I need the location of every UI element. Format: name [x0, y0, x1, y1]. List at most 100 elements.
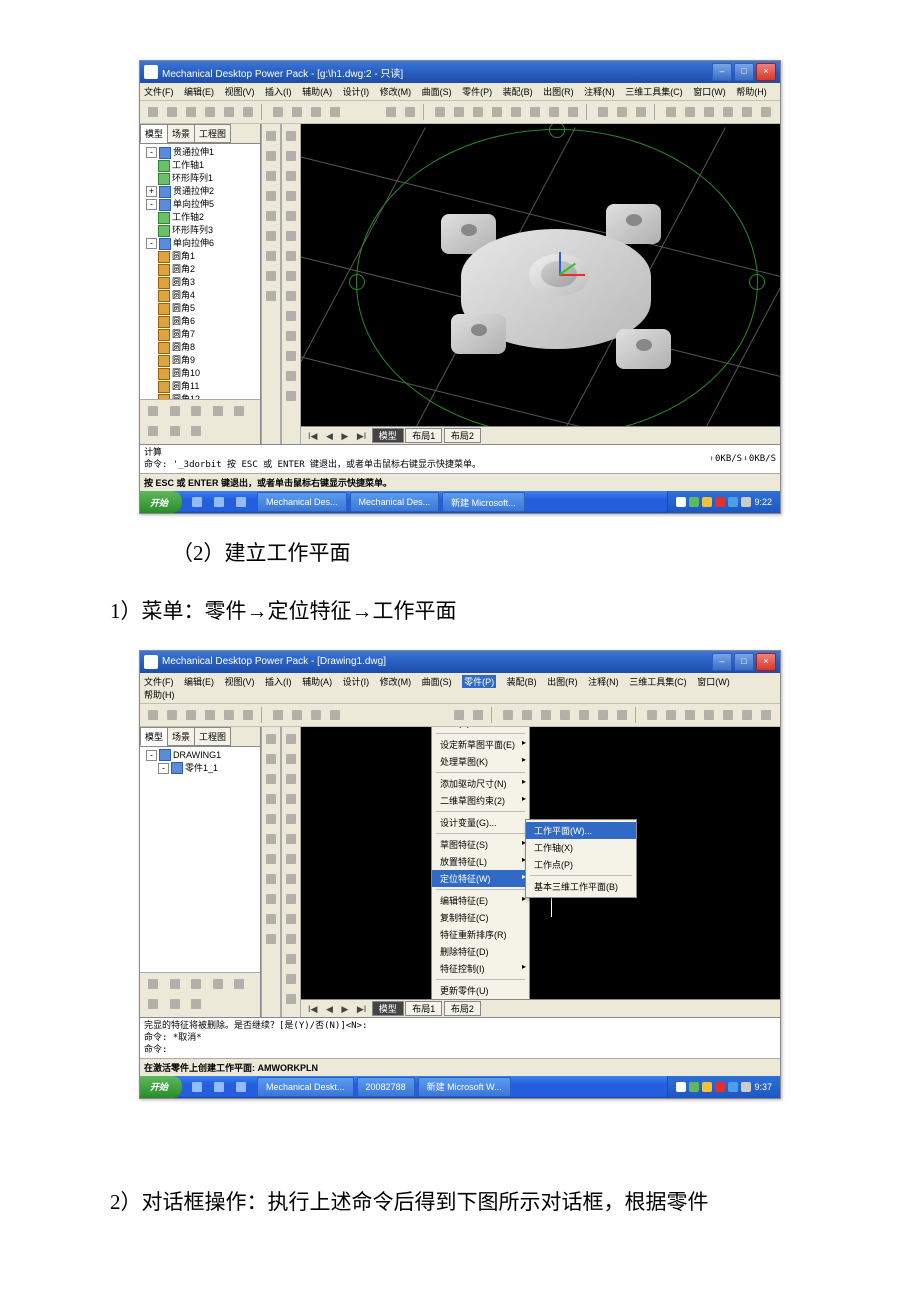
minimize-button[interactable]: –	[712, 63, 732, 81]
tool-icon[interactable]	[681, 706, 699, 724]
arc-icon[interactable]	[262, 770, 280, 788]
tab-nav-prev[interactable]: ◀	[323, 1004, 336, 1015]
menu-item[interactable]: 更新零件(U)	[432, 982, 529, 999]
start-button[interactable]: 开始	[140, 1076, 182, 1098]
tab-layout1[interactable]: 布局1	[405, 428, 442, 443]
ellipse-icon[interactable]	[262, 830, 280, 848]
tree-node[interactable]: -零件1_1	[142, 762, 258, 775]
tool-icon[interactable]	[262, 227, 280, 245]
redo-icon[interactable]	[401, 103, 419, 121]
quicklaunch-icon[interactable]	[232, 1078, 250, 1096]
tab-layout2[interactable]: 布局2	[444, 428, 481, 443]
tray-icon[interactable]	[702, 1082, 712, 1092]
quicklaunch-icon[interactable]	[232, 493, 250, 511]
close-button[interactable]: ×	[756, 63, 776, 81]
expand-toggle-icon[interactable]: +	[146, 186, 157, 197]
menu-3dtools[interactable]: 三维工具集(C)	[625, 85, 683, 98]
tool-icon[interactable]	[187, 995, 205, 1013]
menu-edit[interactable]: 编辑(E)	[184, 675, 214, 688]
3d-viewport[interactable]: 零件(P)设定新草图平面(E)处理草图(K)添加驱动尺寸(N)二维草图约束(2)…	[301, 727, 780, 999]
view-icon[interactable]	[556, 706, 574, 724]
menu-modify[interactable]: 修改(M)	[380, 85, 412, 98]
menu-file[interactable]: 文件(F)	[144, 675, 174, 688]
tool-icon[interactable]	[282, 750, 300, 768]
tab-scene[interactable]: 场景	[167, 124, 195, 143]
feature-tree[interactable]: -DRAWING1-零件1_1	[140, 747, 260, 972]
tool-icon[interactable]	[187, 422, 205, 440]
menu-item[interactable]: 编辑特征(E)	[432, 892, 529, 909]
menu-item[interactable]: 工作轴(X)	[526, 839, 636, 856]
view-icon[interactable]	[431, 103, 449, 121]
menu-item[interactable]: 草图特征(S)	[432, 836, 529, 853]
menu-window[interactable]: 窗口(W)	[697, 675, 730, 688]
menu-view[interactable]: 视图(V)	[225, 85, 255, 98]
quicklaunch-icon[interactable]	[188, 1078, 206, 1096]
menu-edit[interactable]: 编辑(E)	[184, 85, 214, 98]
tool-icon[interactable]	[209, 975, 227, 993]
view-icon[interactable]	[594, 706, 612, 724]
tool-icon[interactable]	[262, 167, 280, 185]
tool-icon[interactable]	[757, 706, 775, 724]
tab-nav-first[interactable]: I◀	[305, 1004, 320, 1015]
tool-icon[interactable]	[282, 730, 300, 748]
taskbar-item[interactable]: 20082788	[357, 1077, 415, 1097]
tree-node[interactable]: 圆角2	[142, 263, 258, 276]
tool-icon[interactable]	[282, 387, 300, 405]
tool-icon[interactable]	[144, 402, 162, 420]
maximize-button[interactable]: □	[734, 653, 754, 671]
menu-item[interactable]: 处理草图(K)	[432, 753, 529, 770]
tool-icon[interactable]	[282, 850, 300, 868]
tool-icon[interactable]	[662, 103, 680, 121]
tool-icon[interactable]	[282, 870, 300, 888]
tab-layout2[interactable]: 布局2	[444, 1001, 481, 1016]
tab-drawing[interactable]: 工程图	[194, 727, 231, 746]
tool-icon[interactable]	[262, 147, 280, 165]
tool-icon[interactable]	[594, 103, 612, 121]
tool-icon[interactable]	[282, 147, 300, 165]
tool-icon[interactable]	[262, 287, 280, 305]
menu-design[interactable]: 设计(I)	[343, 675, 370, 688]
preview-icon[interactable]	[220, 706, 238, 724]
open-icon[interactable]	[163, 103, 181, 121]
menu-part[interactable]: 零件(P)	[462, 85, 492, 98]
print-icon[interactable]	[201, 103, 219, 121]
rect-icon[interactable]	[262, 850, 280, 868]
quicklaunch-icon[interactable]	[188, 493, 206, 511]
open-icon[interactable]	[163, 706, 181, 724]
print-icon[interactable]	[201, 706, 219, 724]
menu-assist[interactable]: 辅助(A)	[302, 85, 332, 98]
menu-insert[interactable]: 插入(I)	[265, 85, 292, 98]
menu-part[interactable]: 零件(P)	[462, 675, 496, 688]
tool-icon[interactable]	[643, 706, 661, 724]
menu-item[interactable]: 复制特征(C)	[432, 909, 529, 926]
tray-icon[interactable]	[728, 497, 738, 507]
expand-toggle-icon[interactable]: -	[146, 199, 157, 210]
pline-icon[interactable]	[262, 750, 280, 768]
taskbar-item[interactable]: Mechanical Deskt...	[257, 1077, 354, 1097]
tree-node[interactable]: -DRAWING1	[142, 749, 258, 762]
tab-model-space[interactable]: 模型	[372, 428, 404, 443]
tab-nav-prev[interactable]: ◀	[323, 431, 336, 442]
view-icon[interactable]	[518, 706, 536, 724]
tool-icon[interactable]	[738, 706, 756, 724]
menu-item[interactable]: 删除特征(D)	[432, 943, 529, 960]
tool-icon[interactable]	[307, 103, 325, 121]
tab-scene[interactable]: 场景	[167, 727, 195, 746]
tool-icon[interactable]	[288, 103, 306, 121]
help-icon[interactable]	[269, 706, 287, 724]
tool-icon[interactable]	[282, 810, 300, 828]
menu-item[interactable]: 二维草图约束(2)	[432, 792, 529, 809]
tool-icon[interactable]	[262, 187, 280, 205]
tool-icon[interactable]	[262, 127, 280, 145]
menu-assembly[interactable]: 装配(B)	[507, 675, 537, 688]
tool-icon[interactable]	[613, 103, 631, 121]
tool-icon[interactable]	[144, 422, 162, 440]
menu-item[interactable]: 工作点(P)	[526, 856, 636, 873]
tray-icon[interactable]	[741, 1082, 751, 1092]
menu-item[interactable]: 特征控制(I)	[432, 960, 529, 977]
tool-icon[interactable]	[282, 930, 300, 948]
tab-nav-first[interactable]: I◀	[305, 431, 320, 442]
tool-icon[interactable]	[282, 890, 300, 908]
tree-node[interactable]: 圆角11	[142, 380, 258, 393]
save-icon[interactable]	[182, 706, 200, 724]
